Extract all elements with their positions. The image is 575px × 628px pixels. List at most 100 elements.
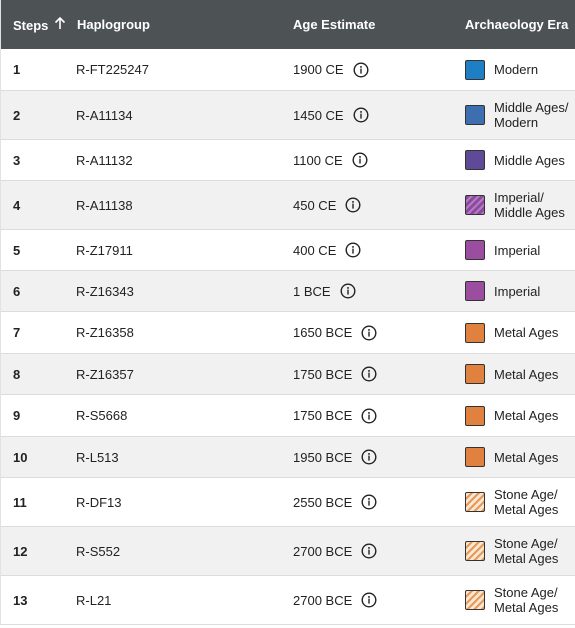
era-label: Metal Ages	[494, 408, 558, 423]
haplogroup-cell: R-A11134	[76, 107, 133, 123]
column-header-steps[interactable]: Steps	[1, 16, 76, 33]
steps-header-label: Steps	[13, 17, 49, 33]
era-color-swatch	[465, 322, 485, 343]
step-cell: 13	[13, 592, 28, 608]
haplogroup-table: Steps Haplogroup Age Estimate Archaeolog…	[0, 0, 575, 625]
table-body: 1 R-FT225247 1900 CE Modern 2 R-A11134 1450 CE…	[1, 49, 575, 625]
age-cell: 1450 CE	[293, 107, 453, 123]
era-cell: Middle Ages	[453, 150, 575, 170]
haplogroup-cell: R-S5668	[76, 408, 128, 423]
table-row[interactable]: 8 R-Z16357 1750 BCE Metal Ages	[1, 354, 575, 395]
era-label-line1: Imperial	[494, 283, 541, 299]
era-label-line2: Metal Ages	[494, 551, 559, 566]
era-label-line1: Middle Ages	[494, 152, 565, 168]
step-cell: 9	[13, 408, 21, 423]
era-cell: Imperial	[453, 240, 575, 260]
info-icon[interactable]	[361, 324, 377, 341]
step-cell: 8	[13, 366, 21, 382]
table-row[interactable]: 13 R-L21 2700 BCE Stone Age/Metal Ages	[1, 576, 575, 625]
age-cell: 400 CE	[293, 242, 453, 258]
step-cell: 4	[13, 197, 21, 213]
age-value: 1900 CE	[293, 62, 344, 77]
era-cell: Metal Ages	[453, 322, 575, 343]
info-icon[interactable]	[361, 592, 377, 608]
age-value: 2700 BCE	[293, 592, 353, 608]
info-icon[interactable]	[361, 449, 377, 465]
era-label-line1: Middle Ages/	[494, 100, 569, 115]
age-cell: 1650 BCE	[293, 324, 453, 341]
era-color-swatch	[465, 150, 485, 170]
column-header-haplogroup[interactable]: Haplogroup	[76, 17, 293, 32]
column-header-era[interactable]: Archaeology Era	[453, 17, 575, 32]
info-icon[interactable]	[361, 494, 377, 510]
age-cell: 2700 BCE	[293, 592, 453, 608]
table-row[interactable]: 1 R-FT225247 1900 CE Modern	[1, 49, 575, 91]
era-color-swatch	[465, 364, 485, 384]
era-cell: Modern	[453, 59, 575, 80]
haplogroup-cell: R-FT225247	[76, 62, 149, 77]
age-cell: 2550 BCE	[293, 494, 453, 510]
era-color-swatch	[465, 541, 485, 561]
age-cell: 450 CE	[293, 197, 453, 213]
age-value: 2550 BCE	[293, 494, 353, 510]
era-header-label: Archaeology Era	[465, 17, 569, 32]
age-cell: 1 BCE	[293, 283, 453, 299]
era-color-swatch	[465, 281, 485, 301]
era-label: Stone Age/Metal Ages	[494, 585, 558, 615]
haplogroup-cell: R-Z16358	[76, 325, 134, 340]
table-row[interactable]: 5 R-Z17911 400 CE Imperial	[1, 230, 575, 271]
era-cell: Stone Age/Metal Ages	[453, 536, 575, 566]
haplogroup-cell: R-A11132	[76, 152, 133, 168]
era-label-line2: Middle Ages	[494, 205, 565, 220]
era-cell: Imperial/Middle Ages	[453, 190, 575, 220]
age-cell: 1950 BCE	[293, 449, 453, 465]
table-row[interactable]: 6 R-Z16343 1 BCE Imperial	[1, 271, 575, 312]
era-color-swatch	[465, 447, 485, 467]
table-row[interactable]: 11 R-DF13 2550 BCE Stone Age/Metal Ages	[1, 478, 575, 527]
info-icon[interactable]	[345, 197, 361, 213]
era-label-line1: Imperial	[494, 242, 541, 258]
info-icon[interactable]	[340, 283, 356, 299]
age-cell: 1750 BCE	[293, 407, 453, 424]
table-row[interactable]: 7 R-Z16358 1650 BCE Metal Ages	[1, 312, 575, 354]
age-value: 1100 CE	[293, 152, 343, 168]
info-icon[interactable]	[361, 407, 377, 424]
table-row[interactable]: 3 R-A11132 1100 CE Middle Ages	[1, 140, 575, 181]
info-icon[interactable]	[353, 107, 369, 123]
haplogroup-cell: R-Z16343	[76, 283, 134, 299]
era-label: Modern	[494, 62, 538, 77]
age-value: 2700 BCE	[293, 543, 353, 559]
era-label-line1: Stone Age/	[494, 536, 558, 551]
step-cell: 3	[13, 152, 21, 168]
era-label-line1: Metal Ages	[494, 449, 559, 465]
table-row[interactable]: 12 R-S552 2700 BCE Stone Age/Metal Ages	[1, 527, 575, 576]
age-value: 400 CE	[293, 242, 337, 258]
arrow-up-icon[interactable]	[54, 16, 66, 33]
haplogroup-cell: R-L21	[76, 592, 112, 608]
haplogroup-cell: R-DF13	[76, 494, 122, 510]
step-cell: 7	[13, 325, 21, 340]
info-icon[interactable]	[353, 61, 369, 78]
era-label-line2: Metal Ages	[494, 600, 559, 615]
table-row[interactable]: 10 R-L513 1950 BCE Metal Ages	[1, 437, 575, 478]
step-cell: 2	[13, 107, 21, 123]
step-cell: 6	[13, 283, 21, 299]
info-icon[interactable]	[361, 366, 377, 382]
info-icon[interactable]	[345, 242, 361, 258]
step-cell: 10	[13, 449, 28, 465]
era-label-line1: Metal Ages	[494, 408, 559, 423]
era-label-line2: Modern	[494, 115, 539, 130]
era-label-line1: Modern	[494, 62, 539, 77]
era-label-line1: Stone Age/	[494, 585, 558, 600]
table-row[interactable]: 9 R-S5668 1750 BCE Metal Ages	[1, 395, 575, 437]
age-value: 1750 BCE	[293, 408, 353, 423]
info-icon[interactable]	[361, 543, 377, 559]
table-row[interactable]: 2 R-A11134 1450 CE Middle Ages/Modern	[1, 91, 575, 140]
info-icon[interactable]	[352, 152, 368, 168]
column-header-age[interactable]: Age Estimate	[293, 17, 453, 32]
step-cell: 11	[13, 494, 27, 510]
table-row[interactable]: 4 R-A11138 450 CE Imperial/Middle Ages	[1, 181, 575, 230]
era-color-swatch	[465, 59, 485, 80]
era-color-swatch	[465, 105, 485, 125]
era-label-line2: Metal Ages	[494, 502, 559, 517]
